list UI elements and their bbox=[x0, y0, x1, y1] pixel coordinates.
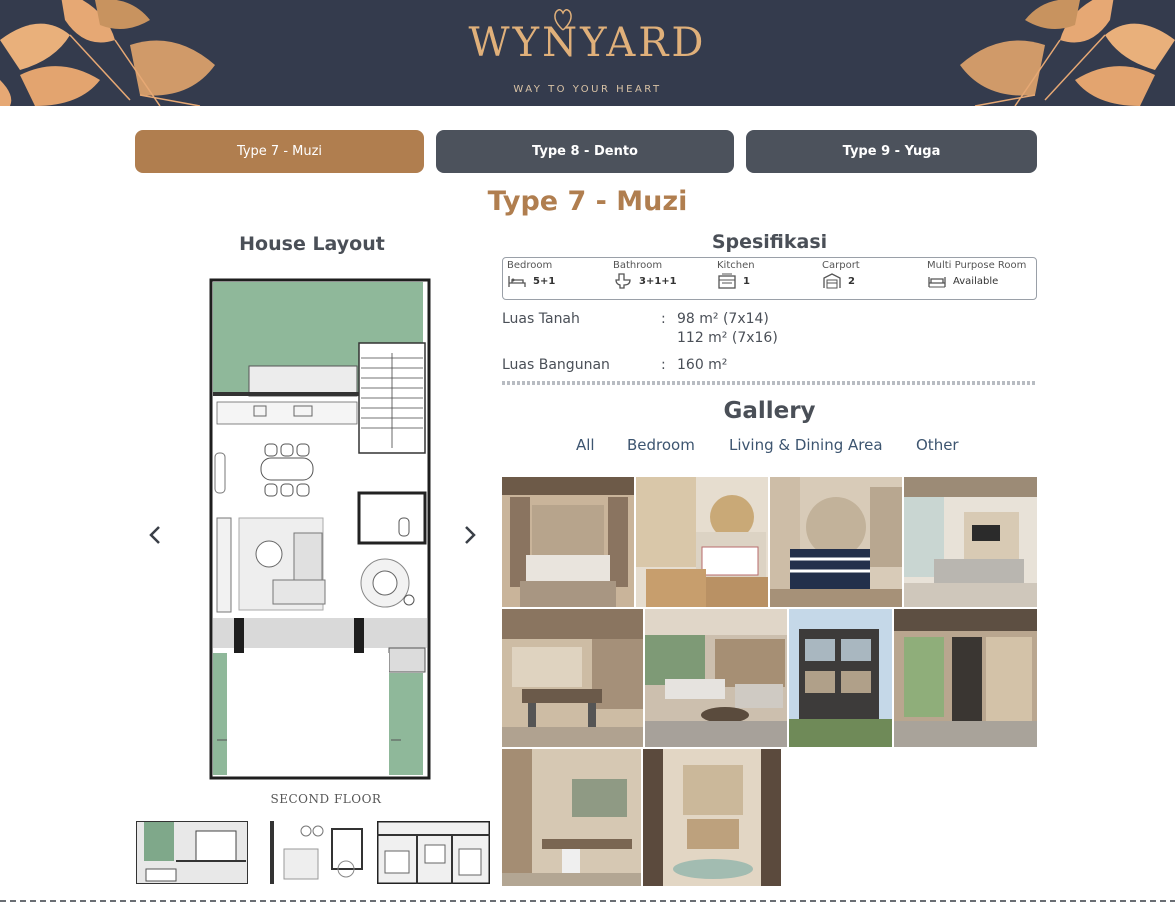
spec-multi-purpose-room-label: Multi Purpose Room bbox=[927, 260, 1027, 271]
building-area-label: Luas Bangunan bbox=[502, 357, 610, 373]
stove-icon bbox=[718, 273, 736, 289]
land-area-label: Luas Tanah bbox=[502, 311, 580, 327]
spec-heading: Spesifikasi bbox=[711, 231, 828, 253]
chevron-left-icon bbox=[149, 526, 160, 544]
spec-bathroom: Bathroom 3+1+1 bbox=[613, 260, 677, 289]
land-area-separator: : bbox=[661, 311, 666, 327]
spec-bedroom: Bedroom 5+1 bbox=[507, 260, 555, 289]
furniture-icon bbox=[928, 277, 946, 288]
gallery-photo-bedroom-1[interactable] bbox=[502, 477, 634, 607]
brand-logo: WYNYARD bbox=[468, 20, 707, 66]
gallery-photo-living-2[interactable] bbox=[645, 609, 787, 747]
house-layout-heading: House Layout bbox=[239, 233, 385, 255]
spec-carport-label: Carport bbox=[822, 260, 860, 271]
gallery-photo-study[interactable] bbox=[502, 749, 641, 886]
spec-bedroom-value: 5+1 bbox=[533, 275, 556, 287]
spec-carport-value: 2 bbox=[848, 275, 855, 287]
gallery-filter-bedroom[interactable]: Bedroom bbox=[627, 436, 695, 454]
land-area-value-2: 112 m² (7x16) bbox=[677, 330, 778, 346]
spec-bedroom-label: Bedroom bbox=[507, 260, 553, 271]
tab-type-7[interactable]: Type 7 - Muzi bbox=[135, 130, 424, 173]
floor-label: SECOND FLOOR bbox=[270, 792, 382, 806]
spec-box: Bedroom 5+1 Bathroom 3+1+1 Kitchen 1 Car… bbox=[502, 257, 1037, 300]
gallery-photo-bedroom-3[interactable] bbox=[770, 477, 902, 607]
floor-thumbnail-first[interactable] bbox=[136, 821, 248, 884]
gallery-photo-living-1[interactable] bbox=[904, 477, 1037, 607]
floor-plan-image[interactable] bbox=[209, 278, 431, 780]
gallery-filter-other[interactable]: Other bbox=[916, 436, 959, 454]
bed-icon bbox=[508, 276, 526, 287]
gallery-photo-bedroom-2[interactable] bbox=[636, 477, 768, 607]
spec-carport: Carport 2 bbox=[822, 260, 860, 289]
toilet-icon bbox=[615, 273, 631, 289]
section-divider bbox=[502, 381, 1037, 385]
spec-kitchen-label: Kitchen bbox=[717, 260, 755, 271]
gallery-photo-exterior[interactable] bbox=[789, 609, 892, 747]
spec-multi-purpose-room: Multi Purpose Room Available bbox=[927, 260, 1026, 289]
gallery-filter-living-dining[interactable]: Living & Dining Area bbox=[729, 436, 883, 454]
tab-type-9[interactable]: Type 9 - Yuga bbox=[746, 130, 1037, 173]
gallery-filter-all[interactable]: All bbox=[576, 436, 595, 454]
brand-tagline: WAY TO YOUR HEART bbox=[513, 84, 662, 95]
page-title: Type 7 - Muzi bbox=[487, 186, 688, 217]
land-area-value-1: 98 m² (7x14) bbox=[677, 311, 769, 327]
spec-bathroom-value: 3+1+1 bbox=[639, 275, 677, 287]
spec-multi-purpose-room-value: Available bbox=[953, 275, 999, 287]
spec-kitchen: Kitchen 1 bbox=[717, 260, 755, 289]
floor-thumbnail-third[interactable] bbox=[377, 821, 490, 884]
next-floor-button[interactable] bbox=[455, 520, 485, 550]
spec-kitchen-value: 1 bbox=[743, 275, 750, 287]
gallery-photo-hallway[interactable] bbox=[894, 609, 1037, 747]
bottom-divider bbox=[0, 900, 1175, 902]
gallery-photo-kids-room[interactable] bbox=[643, 749, 781, 886]
prev-floor-button[interactable] bbox=[140, 520, 170, 550]
tab-type-8[interactable]: Type 8 - Dento bbox=[436, 130, 734, 173]
header-banner: WYNYARD WAY TO YOUR HEART bbox=[0, 0, 1175, 106]
gallery-photo-dining-1[interactable] bbox=[502, 609, 643, 747]
building-area-value: 160 m² bbox=[677, 357, 728, 373]
gallery-heading: Gallery bbox=[723, 398, 816, 424]
chevron-right-icon bbox=[465, 526, 476, 544]
spec-bathroom-label: Bathroom bbox=[613, 260, 663, 271]
garage-icon bbox=[823, 273, 841, 289]
building-area-separator: : bbox=[661, 357, 666, 373]
floor-thumbnail-second[interactable] bbox=[268, 821, 364, 884]
